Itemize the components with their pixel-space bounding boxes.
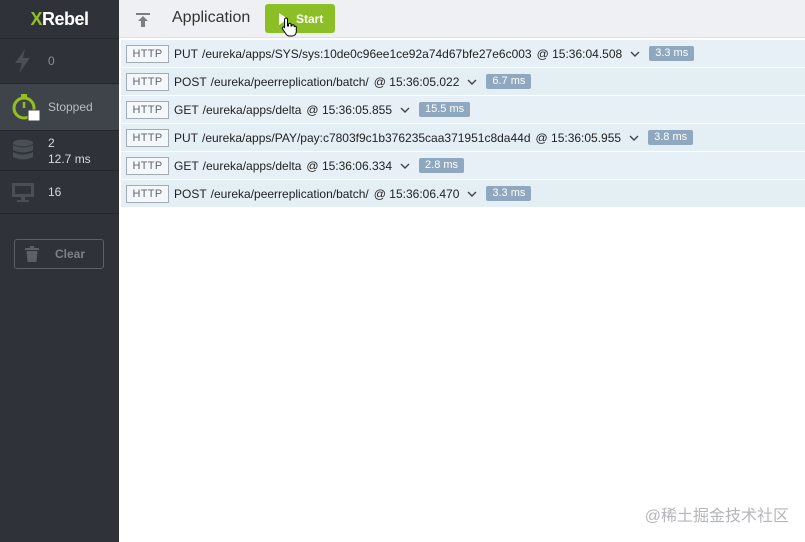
chevron-down-icon[interactable]: [629, 135, 639, 141]
page-title: Application: [172, 9, 251, 26]
request-path: /eureka/apps/SYS/sys:10de0c96ee1ce92a74d…: [202, 46, 532, 61]
chevron-down-icon[interactable]: [467, 191, 477, 197]
sidebar-item-monitor[interactable]: 16: [0, 170, 119, 214]
request-method: POST: [174, 186, 207, 201]
db-time: 12.7 ms: [48, 151, 91, 166]
request-time: @ 15:36:05.022: [373, 74, 460, 89]
request-time: @ 15:36:06.334: [306, 158, 393, 173]
duration-badge: 3.8 ms: [648, 130, 694, 145]
request-method: GET: [174, 102, 199, 117]
protocol-badge: HTTP: [126, 156, 169, 175]
request-row[interactable]: HTTP POST/eureka/peerreplication/batch/ @ …: [121, 180, 805, 208]
request-time: @ 15:36:05.855: [306, 102, 393, 117]
request-path: /eureka/peerreplication/batch/: [210, 74, 369, 89]
db-count: 2: [48, 135, 55, 150]
request-list: HTTP PUT/eureka/apps/SYS/sys:10de0c96ee1c…: [121, 40, 805, 208]
logo-text: Rebel: [41, 8, 89, 29]
duration-badge: 6.7 ms: [486, 74, 532, 89]
sidebar-item-database[interactable]: 2 12.7 ms: [0, 130, 119, 170]
request-method: PUT: [174, 130, 198, 145]
duration-badge: 2.8 ms: [419, 158, 465, 173]
protocol-badge: HTTP: [126, 44, 169, 63]
stopwatch-stopped-icon: [11, 92, 41, 122]
logo-x: X: [30, 8, 42, 29]
request-row[interactable]: HTTP POST/eureka/peerreplication/batch/ @ …: [121, 68, 805, 96]
database-stats: 2 12.7 ms: [48, 135, 91, 167]
request-method: PUT: [174, 46, 198, 61]
start-button[interactable]: Start: [265, 4, 335, 33]
sidebar: X Rebel 0 Stopped 2 12.7 ms 16 Clear: [0, 0, 119, 542]
request-time: @ 15:36:04.508: [536, 46, 623, 61]
monitor-icon: [11, 180, 35, 204]
protocol-badge: HTTP: [126, 184, 169, 203]
hand-pointer-cursor-icon: [281, 17, 297, 42]
protocol-badge: HTTP: [126, 72, 169, 91]
chevron-down-icon[interactable]: [467, 79, 477, 85]
protocol-badge: HTTP: [126, 128, 169, 147]
chevron-down-icon[interactable]: [630, 51, 640, 57]
duration-badge: 3.3 ms: [486, 186, 532, 201]
request-path: /eureka/apps/delta: [202, 102, 302, 117]
request-row[interactable]: HTTP PUT/eureka/apps/SYS/sys:10de0c96ee1c…: [121, 40, 805, 68]
duration-badge: 15.5 ms: [419, 102, 471, 117]
toolbar: Application Start: [119, 0, 805, 38]
start-label: Start: [296, 11, 324, 26]
requests-count: 0: [48, 54, 55, 68]
request-path: /eureka/peerreplication/batch/: [210, 186, 369, 201]
request-method: POST: [174, 74, 207, 89]
request-row[interactable]: HTTP PUT/eureka/apps/PAY/pay:c7803f9c1b37…: [121, 124, 805, 152]
monitor-count: 16: [48, 185, 62, 199]
sidebar-item-requests[interactable]: 0: [0, 38, 119, 83]
lightning-icon: [11, 48, 35, 74]
xrebel-logo: X Rebel: [0, 0, 119, 38]
database-icon: [11, 138, 35, 164]
status-label: Stopped: [48, 100, 93, 114]
sidebar-item-status[interactable]: Stopped: [0, 83, 119, 130]
request-time: @ 15:36:06.470: [373, 186, 460, 201]
duration-badge: 3.3 ms: [649, 46, 695, 61]
request-method: GET: [174, 158, 199, 173]
collapse-up-icon[interactable]: [133, 10, 153, 30]
request-path: /eureka/apps/PAY/pay:c7803f9c1b376235caa…: [202, 130, 531, 145]
chevron-down-icon[interactable]: [400, 163, 410, 169]
request-row[interactable]: HTTP GET/eureka/apps/delta @ 15:36:06.334 2…: [121, 152, 805, 180]
request-row[interactable]: HTTP GET/eureka/apps/delta @ 15:36:05.855 1…: [121, 96, 805, 124]
trash-icon: [25, 246, 39, 262]
protocol-badge: HTTP: [126, 100, 169, 119]
clear-label: Clear: [55, 247, 86, 261]
chevron-down-icon[interactable]: [400, 107, 410, 113]
request-time: @ 15:36:05.955: [535, 130, 622, 145]
request-path: /eureka/apps/delta: [202, 158, 302, 173]
clear-button[interactable]: Clear: [14, 239, 104, 269]
watermark: @稀土掘金技术社区: [644, 508, 789, 525]
